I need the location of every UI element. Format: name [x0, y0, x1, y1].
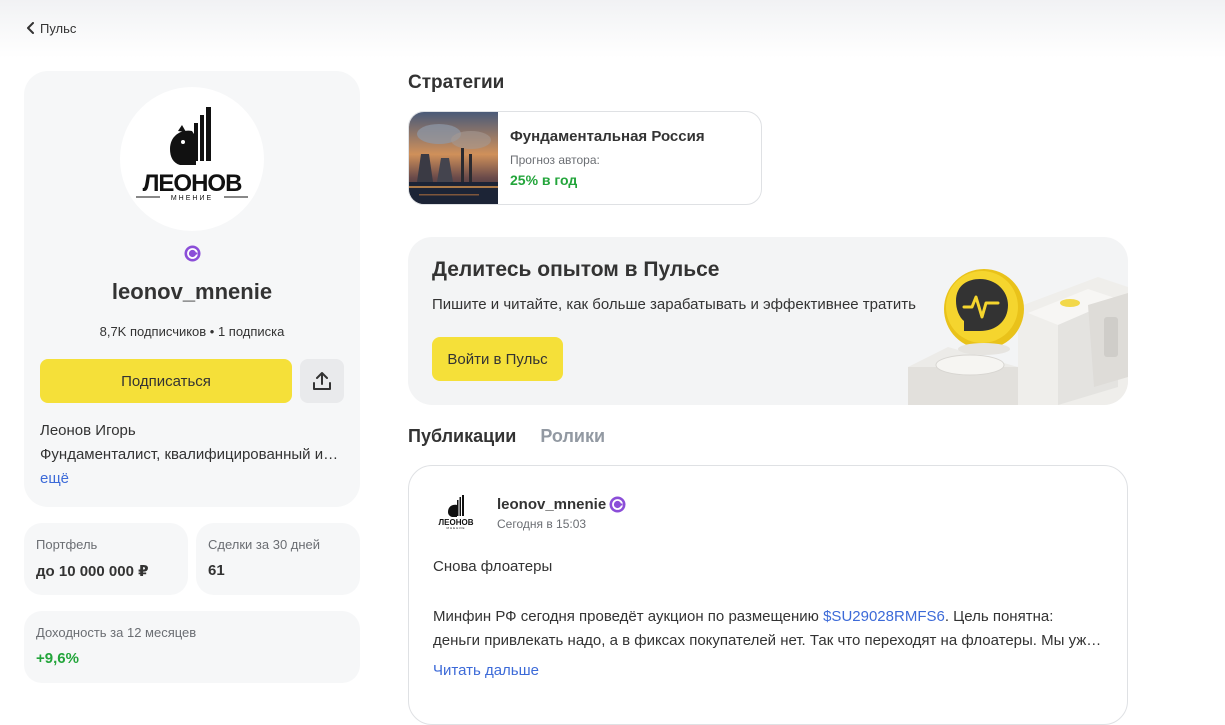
- share-button[interactable]: [300, 359, 344, 403]
- stat-label: Доходность за 12 месяцев: [36, 625, 197, 640]
- chevron-left-icon: [27, 22, 34, 34]
- bio-more-link[interactable]: ещё: [40, 470, 69, 487]
- strategy-forecast-value: 25% в год: [510, 172, 578, 188]
- post-body: Минфин РФ сегодня проведёт аукцион по ра…: [433, 605, 1105, 653]
- post-text: . Цель понятна:: [944, 608, 1054, 625]
- post-card: ЛЕОНОВ МНЕНИЕ leonov_mnenie Сегодня в 15…: [408, 465, 1128, 725]
- strategy-forecast-label: Прогноз автора:: [510, 153, 600, 167]
- stat-label: Сделки за 30 дней: [208, 537, 321, 552]
- stat-label: Портфель: [36, 537, 98, 552]
- strategy-name: Фундаментальная Россия: [510, 128, 705, 145]
- post-heading: Снова флоатеры: [433, 558, 553, 575]
- stat-portfolio: Портфель до 10 000 000 ₽: [24, 523, 188, 595]
- stat-yield: Доходность за 12 месяцев +9,6%: [24, 611, 360, 683]
- logo-sub-text: МНЕНИЕ: [447, 526, 466, 530]
- avatar: ЛЕОНОВ МНЕНИЕ: [120, 87, 264, 231]
- back-link[interactable]: Пульс: [26, 19, 76, 37]
- strategy-card[interactable]: Фундаментальная Россия Прогноз автора: 2…: [408, 111, 762, 205]
- stat-value: 61: [208, 562, 225, 579]
- subscribe-button[interactable]: Подписаться: [40, 359, 292, 403]
- verified-badge-icon: [609, 496, 626, 513]
- author-real-name: Леонов Игорь: [40, 422, 136, 439]
- read-more-link[interactable]: Читать дальше: [433, 662, 539, 679]
- post-author-name[interactable]: leonov_mnenie: [497, 496, 606, 513]
- back-link-label: Пульс: [40, 20, 77, 36]
- verified-badge-icon: [184, 245, 201, 262]
- logo-main-text: ЛЕОНОВ: [143, 170, 243, 197]
- promo-title: Делитесь опытом в Пульсе: [432, 258, 720, 281]
- ticker-link[interactable]: $SU29028RMFS6: [823, 608, 945, 625]
- share-icon: [313, 372, 331, 390]
- post-timestamp: Сегодня в 15:03: [497, 517, 587, 531]
- post-body-line-1: Минфин РФ сегодня проведёт аукцион по ра…: [433, 605, 1105, 629]
- promo-banner: Делитесь опытом в Пульсе Пишите и читайт…: [408, 237, 1128, 405]
- logo-sub-text: МНЕНИЕ: [171, 195, 213, 202]
- stat-value: до 10 000 000 ₽: [36, 563, 149, 580]
- promo-illustration: [908, 269, 1128, 405]
- post-author-avatar[interactable]: ЛЕОНОВ МНЕНИЕ: [433, 492, 479, 538]
- leonov-logo: ЛЕОНОВ МНЕНИЕ: [433, 492, 479, 538]
- post-body-line-2: деньги привлекать надо, а в фиксах покуп…: [433, 632, 1105, 649]
- strategies-title: Стратегии: [408, 72, 505, 93]
- content-tabs: Публикации Ролики: [408, 426, 605, 447]
- strategy-image: [409, 112, 498, 204]
- tab-reels[interactable]: Ролики: [540, 426, 605, 447]
- top-bar: [0, 0, 1225, 58]
- post-text: Минфин РФ сегодня проведёт аукцион по ра…: [433, 608, 824, 625]
- promo-text: Пишите и читайте, как больше зарабатыват…: [432, 296, 916, 313]
- leonov-logo: ЛЕОНОВ МНЕНИЕ: [136, 107, 248, 202]
- login-pulse-button[interactable]: Войти в Пульс: [432, 337, 563, 381]
- follower-stats[interactable]: 8,7K подписчиков • 1 подписка: [24, 324, 360, 339]
- profile-card: ЛЕОНОВ МНЕНИЕ leonov_mnenie 8,7K подписч…: [24, 71, 360, 507]
- tab-publications[interactable]: Публикации: [408, 426, 516, 447]
- stat-value: +9,6%: [36, 650, 79, 667]
- stat-deals: Сделки за 30 дней 61: [196, 523, 360, 595]
- author-bio: Фундаменталист, квалифицированный инвест…: [40, 446, 340, 463]
- profile-username: leonov_mnenie: [111, 279, 273, 304]
